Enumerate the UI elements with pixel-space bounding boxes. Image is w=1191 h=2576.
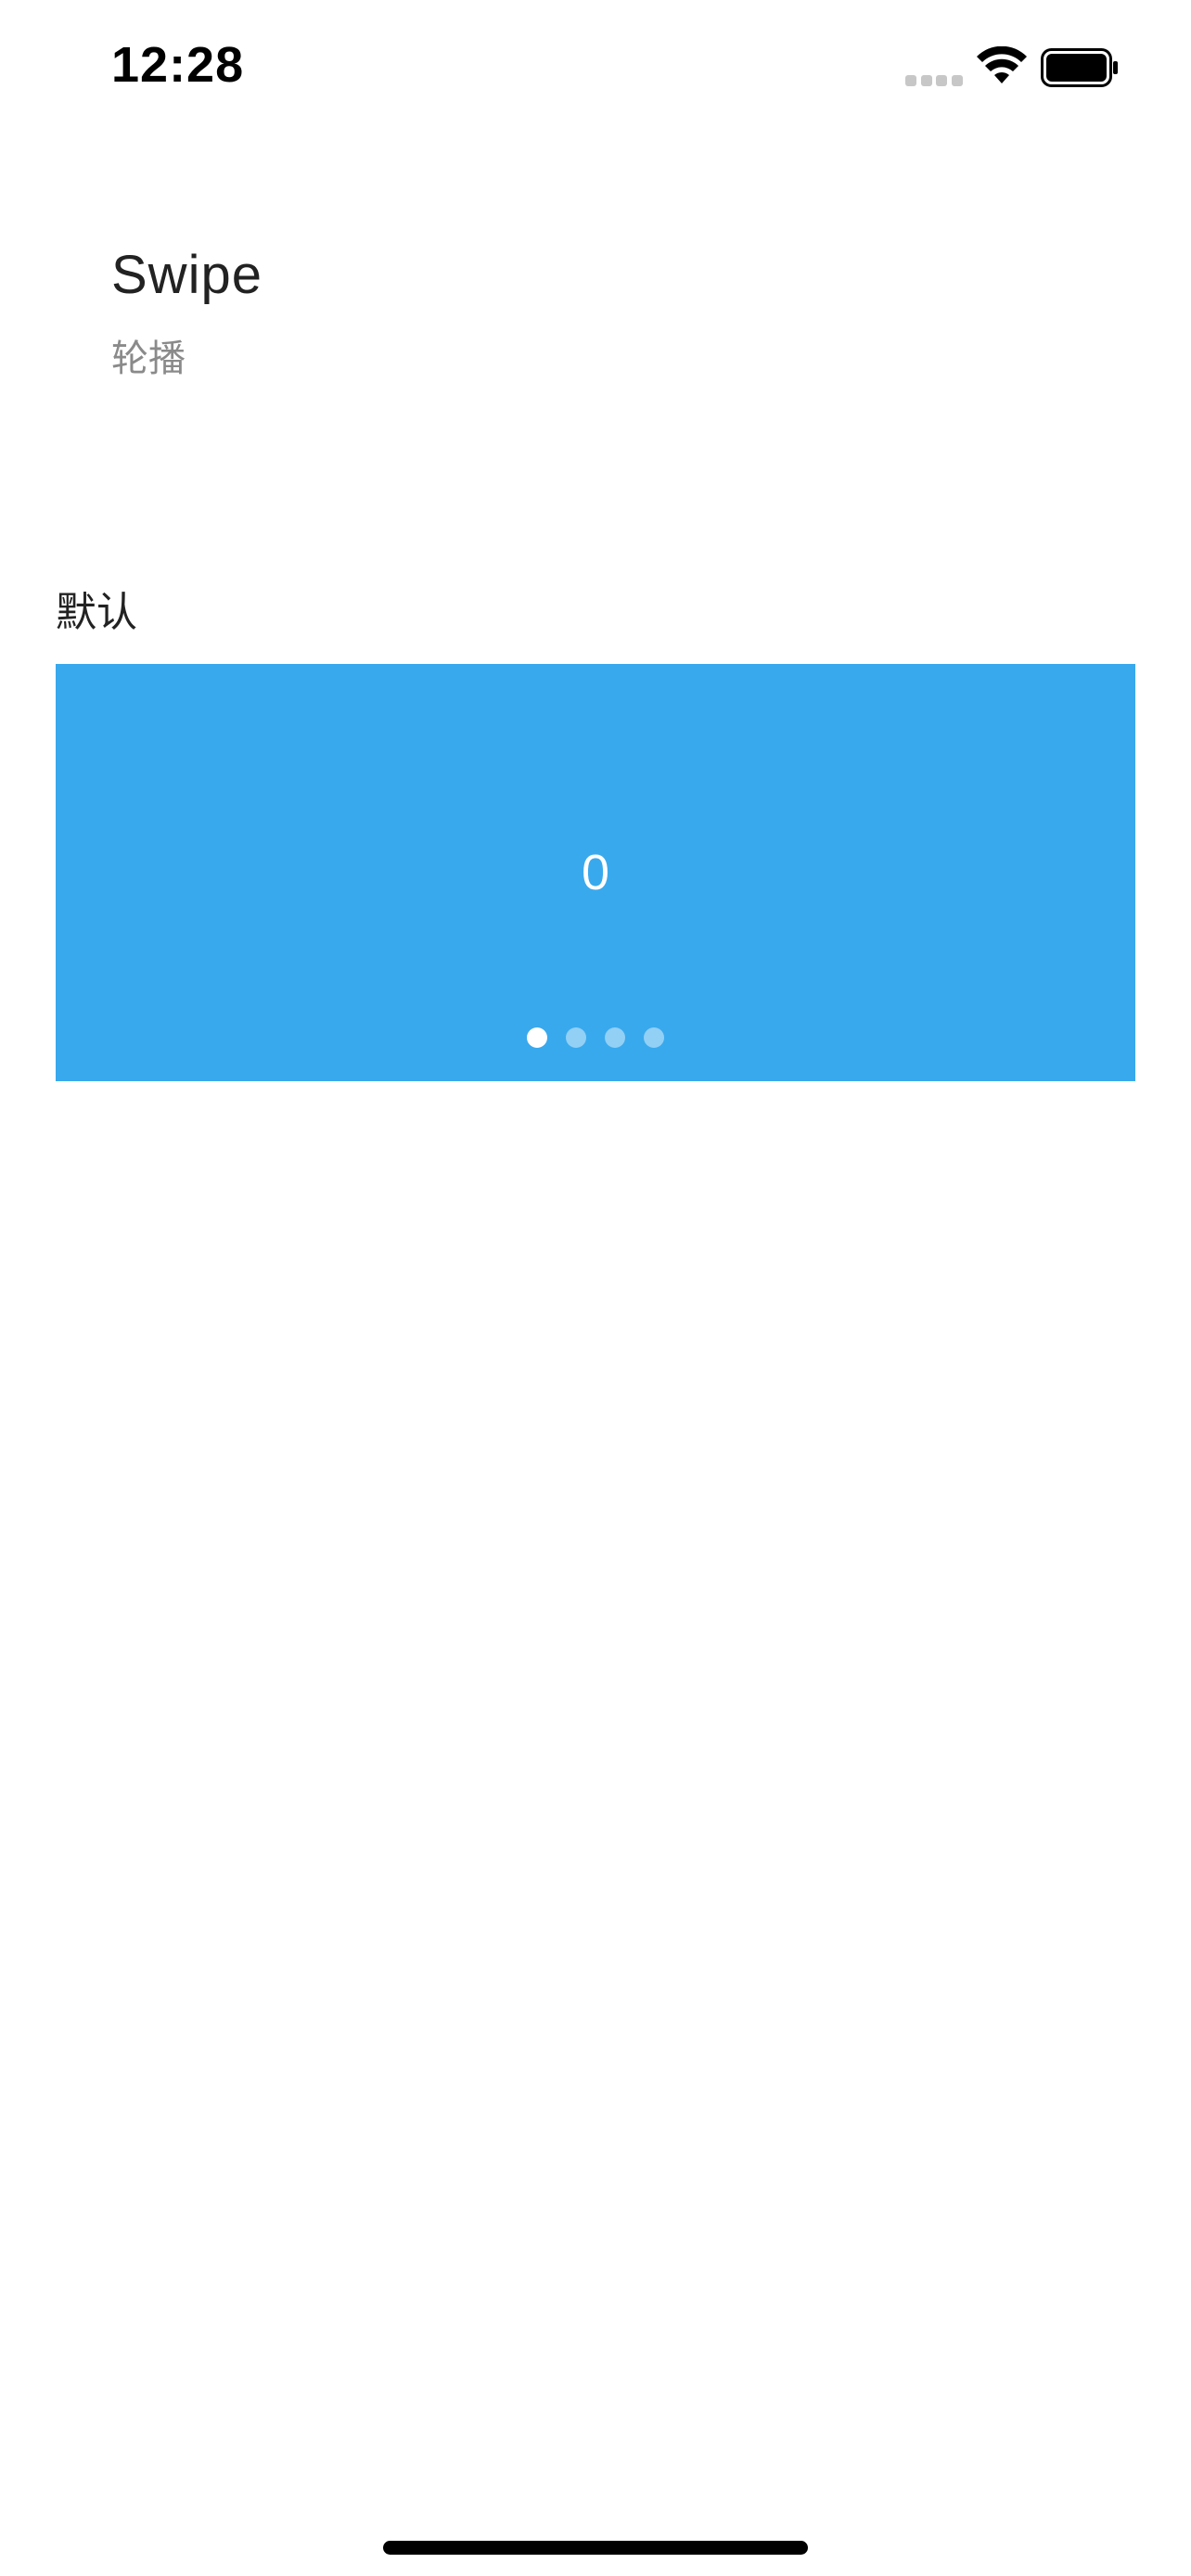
section-label: 默认 bbox=[56, 589, 137, 636]
slide-content: 0 bbox=[581, 845, 610, 900]
indicator-dot[interactable] bbox=[566, 1027, 586, 1048]
home-indicator[interactable] bbox=[383, 2541, 808, 2555]
status-bar: 12:28 bbox=[0, 0, 1191, 139]
cellular-signal-icon bbox=[905, 74, 963, 87]
swipe-carousel[interactable]: 0 bbox=[56, 664, 1135, 1081]
indicator-dot[interactable] bbox=[644, 1027, 664, 1048]
indicator-dot[interactable] bbox=[527, 1027, 547, 1048]
swipe-indicators bbox=[56, 1027, 1135, 1048]
page-subtitle: 轮播 bbox=[111, 338, 186, 380]
page-title: Swipe bbox=[111, 245, 263, 305]
wifi-icon bbox=[977, 46, 1027, 83]
battery-icon bbox=[1041, 48, 1118, 87]
indicator-dot[interactable] bbox=[605, 1027, 625, 1048]
status-time: 12:28 bbox=[111, 37, 245, 93]
